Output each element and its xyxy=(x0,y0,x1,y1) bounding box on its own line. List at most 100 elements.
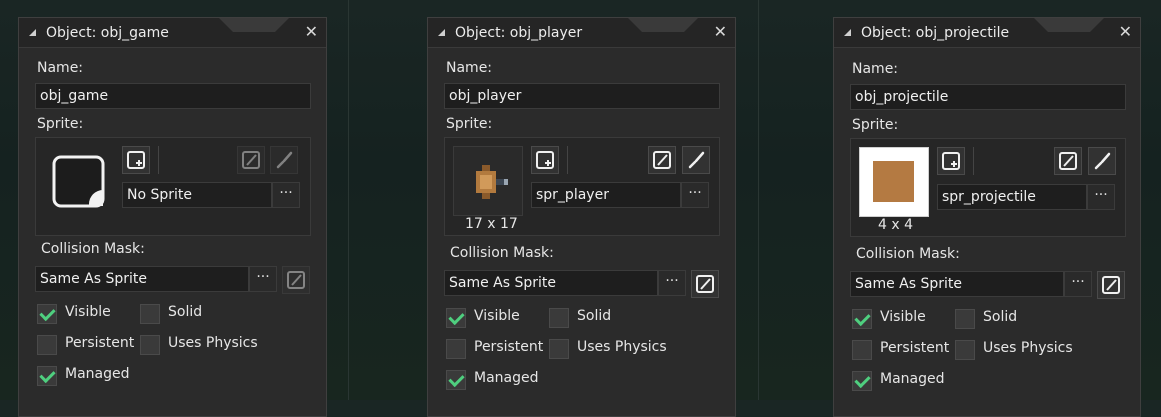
visible-label: Visible xyxy=(65,304,111,320)
edit-mask-button[interactable] xyxy=(282,266,310,294)
no-sprite-icon xyxy=(52,155,105,208)
toolbar-separator xyxy=(158,146,159,174)
object-panel-obj-player: Object: obj_player ✕ Name: obj_player Sp… xyxy=(427,17,736,417)
sprite-group: No Sprite ··· xyxy=(35,137,311,236)
panel-title: Object: obj_game xyxy=(46,25,169,41)
name-label: Name: xyxy=(446,60,493,76)
persistent-checkbox[interactable] xyxy=(852,340,872,360)
close-icon[interactable]: ✕ xyxy=(1119,23,1132,41)
name-label: Name: xyxy=(37,60,84,76)
new-sprite-button[interactable] xyxy=(531,146,559,174)
sprite-browse-button[interactable]: ··· xyxy=(681,182,709,208)
edit-sprite-button[interactable] xyxy=(648,146,676,174)
collision-mask-field[interactable]: Same As Sprite xyxy=(850,271,1064,297)
sprite-preview[interactable] xyxy=(44,146,114,216)
visible-checkbox[interactable] xyxy=(852,309,872,329)
titlebar-notch-decoration xyxy=(1034,18,1104,32)
name-field[interactable]: obj_player xyxy=(444,83,720,109)
visible-checkbox[interactable] xyxy=(37,304,57,324)
panel-titlebar[interactable]: Object: obj_projectile ✕ xyxy=(834,18,1140,48)
uses-physics-checkbox[interactable] xyxy=(549,339,569,359)
solid-checkbox[interactable] xyxy=(955,309,975,329)
collision-mask-label: Collision Mask: xyxy=(41,241,145,257)
object-panel-obj-game: Object: obj_game ✕ Name: obj_game Sprite… xyxy=(18,17,327,417)
managed-checkbox[interactable] xyxy=(852,371,872,391)
sprite-select-field[interactable]: spr_projectile xyxy=(937,184,1087,210)
paint-sprite-button[interactable] xyxy=(682,146,710,174)
sprite-preview[interactable] xyxy=(453,146,523,216)
sprite-browse-button[interactable]: ··· xyxy=(1087,184,1115,210)
background-divider xyxy=(348,0,349,400)
sprite-group: 4 x 4 spr_projectile ··· xyxy=(850,138,1126,237)
panel-title: Object: obj_player xyxy=(455,25,583,41)
managed-label: Managed xyxy=(65,366,130,382)
edit-image-icon xyxy=(287,271,305,289)
new-sprite-button[interactable] xyxy=(937,147,965,175)
name-label: Name: xyxy=(852,61,899,77)
persistent-checkbox[interactable] xyxy=(37,335,57,355)
edit-sprite-button[interactable] xyxy=(237,146,265,174)
persistent-label: Persistent xyxy=(474,339,544,355)
paintbrush-icon xyxy=(276,151,293,169)
managed-checkbox[interactable] xyxy=(37,366,57,386)
edit-image-icon xyxy=(1102,276,1120,294)
sprite-label: Sprite: xyxy=(37,116,84,132)
name-field[interactable]: obj_game xyxy=(35,83,311,109)
persistent-label: Persistent xyxy=(65,335,135,351)
sprite-select-field[interactable]: No Sprite xyxy=(122,182,272,208)
titlebar-notch-decoration xyxy=(628,18,698,32)
collision-mask-field[interactable]: Same As Sprite xyxy=(35,266,249,292)
name-field[interactable]: obj_projectile xyxy=(850,84,1126,110)
solid-checkbox[interactable] xyxy=(140,304,160,324)
uses-physics-label: Uses Physics xyxy=(168,335,258,351)
paintbrush-icon xyxy=(688,151,705,169)
managed-label: Managed xyxy=(474,370,539,386)
uses-physics-checkbox[interactable] xyxy=(140,335,160,355)
collision-mask-label: Collision Mask: xyxy=(450,245,554,261)
solid-label: Solid xyxy=(168,304,203,320)
uses-physics-label: Uses Physics xyxy=(577,339,667,355)
panel-titlebar[interactable]: Object: obj_player ✕ xyxy=(428,18,735,48)
visible-checkbox[interactable] xyxy=(446,308,466,328)
edit-mask-button[interactable] xyxy=(691,270,719,298)
sprite-preview[interactable] xyxy=(859,147,929,217)
collapse-triangle-icon[interactable] xyxy=(437,28,446,37)
edit-image-icon xyxy=(653,151,671,169)
managed-label: Managed xyxy=(880,371,945,387)
collapse-triangle-icon[interactable] xyxy=(28,28,37,37)
solid-label: Solid xyxy=(577,308,612,324)
persistent-checkbox[interactable] xyxy=(446,339,466,359)
collision-mask-label: Collision Mask: xyxy=(856,246,960,262)
sprite-size: 4 x 4 xyxy=(878,217,913,233)
collision-mask-browse-button[interactable]: ··· xyxy=(1064,271,1092,297)
edit-sprite-button[interactable] xyxy=(1054,147,1082,175)
solid-checkbox[interactable] xyxy=(549,308,569,328)
background-divider xyxy=(758,0,759,400)
solid-label: Solid xyxy=(983,309,1018,325)
paint-sprite-button[interactable] xyxy=(270,146,298,174)
sprite-select-field[interactable]: spr_player xyxy=(531,182,681,208)
close-icon[interactable]: ✕ xyxy=(305,23,318,41)
object-panel-obj-projectile: Object: obj_projectile ✕ Name: obj_proje… xyxy=(833,17,1141,417)
persistent-label: Persistent xyxy=(880,340,950,356)
toolbar-separator xyxy=(567,146,568,174)
panel-titlebar[interactable]: Object: obj_game ✕ xyxy=(19,18,326,48)
collision-mask-browse-button[interactable]: ··· xyxy=(249,266,277,292)
collapse-triangle-icon[interactable] xyxy=(843,28,852,37)
sprite-browse-button[interactable]: ··· xyxy=(272,182,300,208)
new-sprite-button[interactable] xyxy=(122,146,150,174)
collision-mask-field[interactable]: Same As Sprite xyxy=(444,270,658,296)
paint-sprite-button[interactable] xyxy=(1088,147,1116,175)
sprite-label: Sprite: xyxy=(852,117,899,133)
uses-physics-checkbox[interactable] xyxy=(955,340,975,360)
sprite-group: 17 x 17 spr_player ··· xyxy=(444,137,720,236)
visible-label: Visible xyxy=(474,308,520,324)
collision-mask-browse-button[interactable]: ··· xyxy=(658,270,686,296)
close-icon[interactable]: ✕ xyxy=(714,23,727,41)
visible-label: Visible xyxy=(880,309,926,325)
managed-checkbox[interactable] xyxy=(446,370,466,390)
add-sprite-icon xyxy=(942,152,960,170)
sprite-label: Sprite: xyxy=(446,116,493,132)
sprite-size: 17 x 17 xyxy=(465,216,518,232)
edit-mask-button[interactable] xyxy=(1097,271,1125,299)
